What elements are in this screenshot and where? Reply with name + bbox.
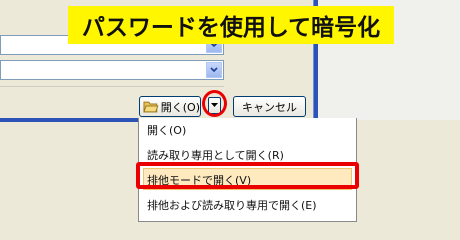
- highlight-box: [136, 162, 359, 189]
- file-type-combobox[interactable]: [0, 60, 224, 80]
- menu-item-open[interactable]: 開く(O): [147, 120, 186, 140]
- menu-item-open-exclusive-read-only[interactable]: 排他および読み取り専用で開く(E): [147, 195, 317, 215]
- chevron-down-icon: [210, 67, 218, 73]
- combo-dropdown-arrow[interactable]: [206, 62, 222, 78]
- menu-item-label: 読み取り専用として開く(R): [147, 149, 284, 162]
- open-button-label: 開く(O): [160, 100, 200, 114]
- menu-item-label: 開く(O): [147, 124, 187, 137]
- cancel-button[interactable]: キャンセル: [233, 96, 306, 117]
- menu-item-label: 排他および読み取り専用で開く(E): [147, 199, 317, 212]
- folder-open-icon: [143, 101, 159, 112]
- highlight-circle: [202, 90, 227, 117]
- cancel-button-label: キャンセル: [242, 100, 297, 114]
- divider: [0, 86, 224, 87]
- open-button[interactable]: 開く(O): [139, 96, 201, 117]
- annotation-title: パスワードを使用して暗号化: [68, 6, 394, 44]
